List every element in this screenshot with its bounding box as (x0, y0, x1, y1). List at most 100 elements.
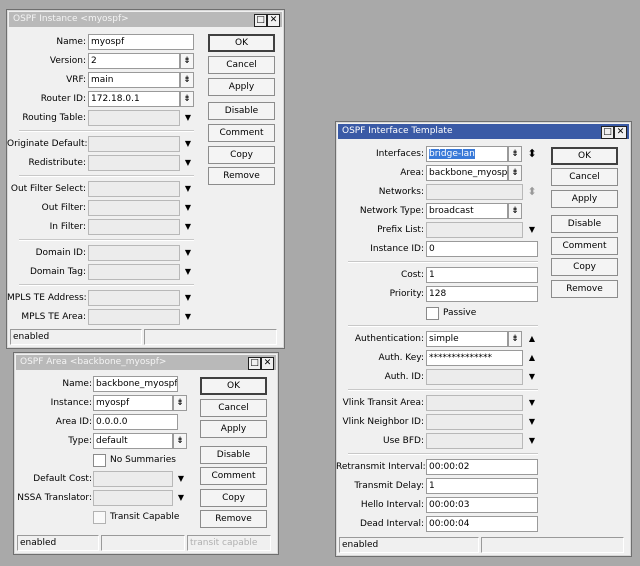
expand-up-icon[interactable]: ▲ (527, 350, 537, 366)
vrf-field[interactable]: main (88, 72, 180, 88)
prefix-list-field[interactable] (426, 222, 523, 238)
vlink-neighbor-id-field[interactable] (426, 414, 523, 430)
out-filter-select-field[interactable] (88, 181, 180, 197)
hello-interval-field[interactable]: 00:00:03 (426, 497, 538, 513)
dropdown-arrow-icon[interactable]: ▼ (527, 222, 537, 238)
dropdown-arrow-icon[interactable]: ▼ (183, 200, 193, 216)
close-icon[interactable]: ✕ (614, 126, 627, 139)
add-remove-icon[interactable]: ⬍ (527, 146, 537, 162)
vlink-transit-area-field[interactable] (426, 395, 523, 411)
area-field[interactable]: backbone_myospf (426, 165, 508, 181)
router-id-select-button[interactable]: ⇟ (180, 91, 194, 107)
maximize-icon[interactable]: □ (601, 126, 614, 139)
dropdown-arrow-icon[interactable]: ▼ (183, 245, 193, 261)
dropdown-arrow-icon[interactable]: ▼ (183, 181, 193, 197)
domain-id-field[interactable] (88, 245, 180, 261)
no-summaries-checkbox[interactable] (93, 454, 106, 467)
apply-button[interactable]: Apply (200, 420, 267, 438)
remove-button[interactable]: Remove (200, 510, 267, 528)
type-field[interactable]: default (93, 433, 173, 449)
dropdown-arrow-icon[interactable]: ▼ (527, 369, 537, 385)
instance-select-button[interactable]: ⇟ (173, 395, 187, 411)
version-field[interactable]: 2 (88, 53, 180, 69)
dropdown-arrow-icon[interactable]: ▼ (183, 219, 193, 235)
area-select-button[interactable]: ⇟ (508, 165, 522, 181)
mpls-te-address-field[interactable] (88, 290, 180, 306)
dropdown-arrow-icon[interactable]: ▼ (183, 290, 193, 306)
ok-button[interactable]: OK (208, 34, 275, 52)
dropdown-arrow-icon[interactable]: ▼ (527, 433, 537, 449)
interfaces-select-button[interactable]: ⇟ (508, 146, 522, 162)
copy-button[interactable]: Copy (208, 146, 275, 164)
disable-button[interactable]: Disable (551, 215, 618, 233)
dropdown-arrow-icon[interactable]: ▼ (527, 414, 537, 430)
ok-button[interactable]: OK (551, 147, 618, 165)
network-type-field[interactable]: broadcast (426, 203, 508, 219)
in-filter-field[interactable] (88, 219, 180, 235)
retransmit-interval-field[interactable]: 00:00:02 (426, 459, 538, 475)
originate-default-field[interactable] (88, 136, 180, 152)
domain-tag-field[interactable] (88, 264, 180, 280)
priority-field[interactable]: 128 (426, 286, 538, 302)
remove-button[interactable]: Remove (551, 280, 618, 298)
add-remove-icon[interactable]: ⬍ (527, 184, 537, 200)
window-title[interactable]: OSPF Interface Template □ ✕ (338, 124, 629, 139)
copy-button[interactable]: Copy (551, 258, 618, 276)
close-icon[interactable]: ✕ (267, 14, 280, 27)
area-id-field[interactable]: 0.0.0.0 (93, 414, 178, 430)
cancel-button[interactable]: Cancel (208, 56, 275, 74)
routing-table-field[interactable] (88, 110, 180, 126)
cost-field[interactable]: 1 (426, 267, 538, 283)
default-cost-field[interactable] (93, 471, 173, 487)
window-title[interactable]: OSPF Instance <myospf> □ ✕ (9, 12, 282, 27)
copy-button[interactable]: Copy (200, 489, 267, 507)
maximize-icon[interactable]: □ (248, 357, 261, 370)
dead-interval-field[interactable]: 00:00:04 (426, 516, 538, 532)
redistribute-field[interactable] (88, 155, 180, 171)
instance-field[interactable]: myospf (93, 395, 173, 411)
dropdown-arrow-icon[interactable]: ▼ (183, 136, 193, 152)
vrf-select-button[interactable]: ⇟ (180, 72, 194, 88)
ok-button[interactable]: OK (200, 377, 267, 395)
dropdown-arrow-icon[interactable]: ▼ (183, 110, 193, 126)
dropdown-arrow-icon[interactable]: ▼ (183, 155, 193, 171)
comment-button[interactable]: Comment (551, 237, 618, 255)
window-title[interactable]: OSPF Area <backbone_myospf> □ ✕ (16, 355, 276, 370)
name-field[interactable]: myospf (88, 34, 194, 50)
disable-button[interactable]: Disable (208, 102, 275, 120)
transit-capable-checkbox[interactable] (93, 511, 106, 524)
version-select-button[interactable]: ⇟ (180, 53, 194, 69)
transmit-delay-field[interactable]: 1 (426, 478, 538, 494)
apply-button[interactable]: Apply (208, 78, 275, 96)
instance-id-field[interactable]: 0 (426, 241, 538, 257)
remove-button[interactable]: Remove (208, 167, 275, 185)
router-id-field[interactable]: 172.18.0.1 (88, 91, 180, 107)
cancel-button[interactable]: Cancel (200, 399, 267, 417)
disable-button[interactable]: Disable (200, 446, 267, 464)
auth-key-field[interactable]: ************** (426, 350, 523, 366)
expand-up-icon[interactable]: ▲ (527, 331, 537, 347)
nssa-translator-field[interactable] (93, 490, 173, 506)
dropdown-arrow-icon[interactable]: ▼ (183, 264, 193, 280)
cancel-button[interactable]: Cancel (551, 168, 618, 186)
auth-id-field[interactable] (426, 369, 523, 385)
comment-button[interactable]: Comment (208, 124, 275, 142)
mpls-te-area-field[interactable] (88, 309, 180, 325)
interfaces-field[interactable]: bridge-lan (426, 146, 508, 162)
passive-checkbox[interactable] (426, 307, 439, 320)
close-icon[interactable]: ✕ (261, 357, 274, 370)
dropdown-arrow-icon[interactable]: ▼ (176, 490, 186, 506)
dropdown-arrow-icon[interactable]: ▼ (527, 395, 537, 411)
networks-field[interactable] (426, 184, 523, 200)
comment-button[interactable]: Comment (200, 467, 267, 485)
dropdown-arrow-icon[interactable]: ▼ (183, 309, 193, 325)
name-field[interactable]: backbone_myospf (93, 376, 178, 392)
network-type-select-button[interactable]: ⇟ (508, 203, 522, 219)
use-bfd-field[interactable] (426, 433, 523, 449)
maximize-icon[interactable]: □ (254, 14, 267, 27)
dropdown-arrow-icon[interactable]: ▼ (176, 471, 186, 487)
type-select-button[interactable]: ⇟ (173, 433, 187, 449)
out-filter-field[interactable] (88, 200, 180, 216)
authentication-field[interactable]: simple (426, 331, 508, 347)
apply-button[interactable]: Apply (551, 190, 618, 208)
